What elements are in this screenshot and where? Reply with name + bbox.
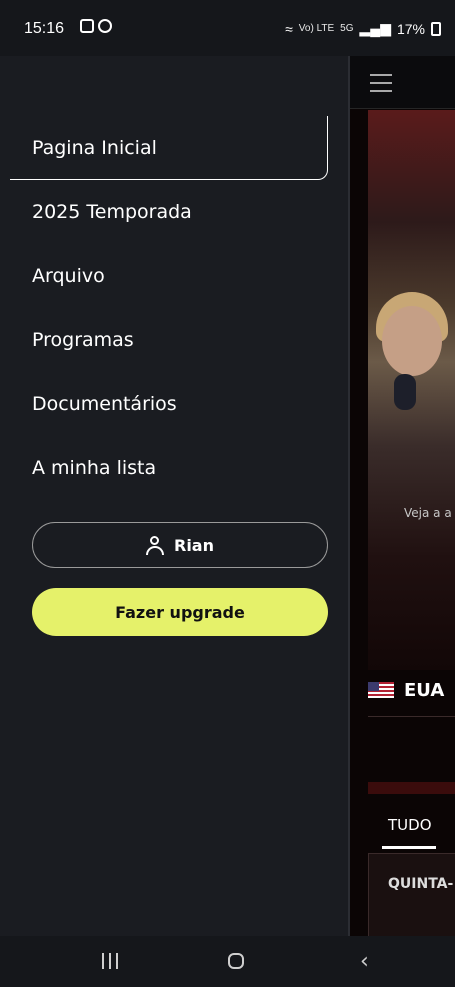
background-app: Veja a a EUA TUDO QUINTA-: [348, 56, 455, 936]
menu-item-label: 2025 Temporada: [32, 201, 192, 223]
system-nav-bar: ‹: [0, 936, 455, 987]
user-name: Rian: [174, 535, 214, 555]
battery-icon: [431, 21, 441, 36]
gallery-icon: [80, 19, 94, 33]
wifi-icon: ≈: [285, 20, 293, 37]
signal-bars-icon: ▂▄▆: [359, 20, 391, 36]
schedule-panel: [368, 853, 455, 936]
status-bar: 15:16 ≈ Vo) LTE 5G ▂▄▆ 17%: [0, 0, 455, 56]
drawer-menu: Pagina Inicial 2025 Temporada Arquivo Pr…: [10, 116, 348, 500]
recent-apps-icon[interactable]: [102, 953, 118, 969]
red-bar: [368, 782, 455, 794]
microphone-icon: [394, 374, 416, 410]
background-header: [348, 56, 455, 109]
hero-caption: Veja a a: [404, 506, 452, 520]
menu-item-a-minha-lista[interactable]: A minha lista: [10, 436, 348, 500]
user-icon: [146, 536, 164, 555]
upgrade-button[interactable]: Fazer upgrade: [32, 588, 328, 636]
menu-item-2025-temporada[interactable]: 2025 Temporada: [10, 180, 348, 244]
menu-item-label: Pagina Inicial: [32, 136, 157, 159]
usa-flag-icon: [368, 682, 394, 698]
user-profile-button[interactable]: Rian: [32, 522, 328, 568]
signal-label: 5G: [340, 23, 354, 34]
status-time: 15:16: [24, 20, 65, 37]
divider: [368, 716, 455, 717]
menu-item-label: Documentários: [32, 393, 177, 415]
hero-face: [382, 306, 442, 376]
menu-item-label: A minha lista: [32, 457, 157, 479]
back-icon[interactable]: ‹: [360, 949, 369, 974]
menu-item-documentarios[interactable]: Documentários: [10, 372, 348, 436]
tab-tudo[interactable]: TUDO: [388, 816, 432, 834]
hamburger-menu-icon[interactable]: [370, 74, 392, 98]
tab-indicator: [382, 846, 436, 849]
whatsapp-icon: [98, 19, 112, 33]
network-label: Vo) LTE: [298, 23, 335, 34]
menu-item-arquivo[interactable]: Arquivo: [10, 244, 348, 308]
menu-item-label: Arquivo: [32, 265, 105, 287]
navigation-drawer: Pagina Inicial 2025 Temporada Arquivo Pr…: [10, 56, 350, 936]
home-icon[interactable]: [228, 953, 244, 969]
menu-item-label: Programas: [32, 329, 134, 351]
country-label: EUA: [404, 680, 445, 701]
day-label: QUINTA-: [388, 876, 454, 892]
upgrade-label: Fazer upgrade: [115, 602, 245, 622]
menu-item-programas[interactable]: Programas: [10, 308, 348, 372]
menu-item-pagina-inicial[interactable]: Pagina Inicial: [10, 116, 328, 180]
battery-percent: 17%: [396, 20, 425, 37]
